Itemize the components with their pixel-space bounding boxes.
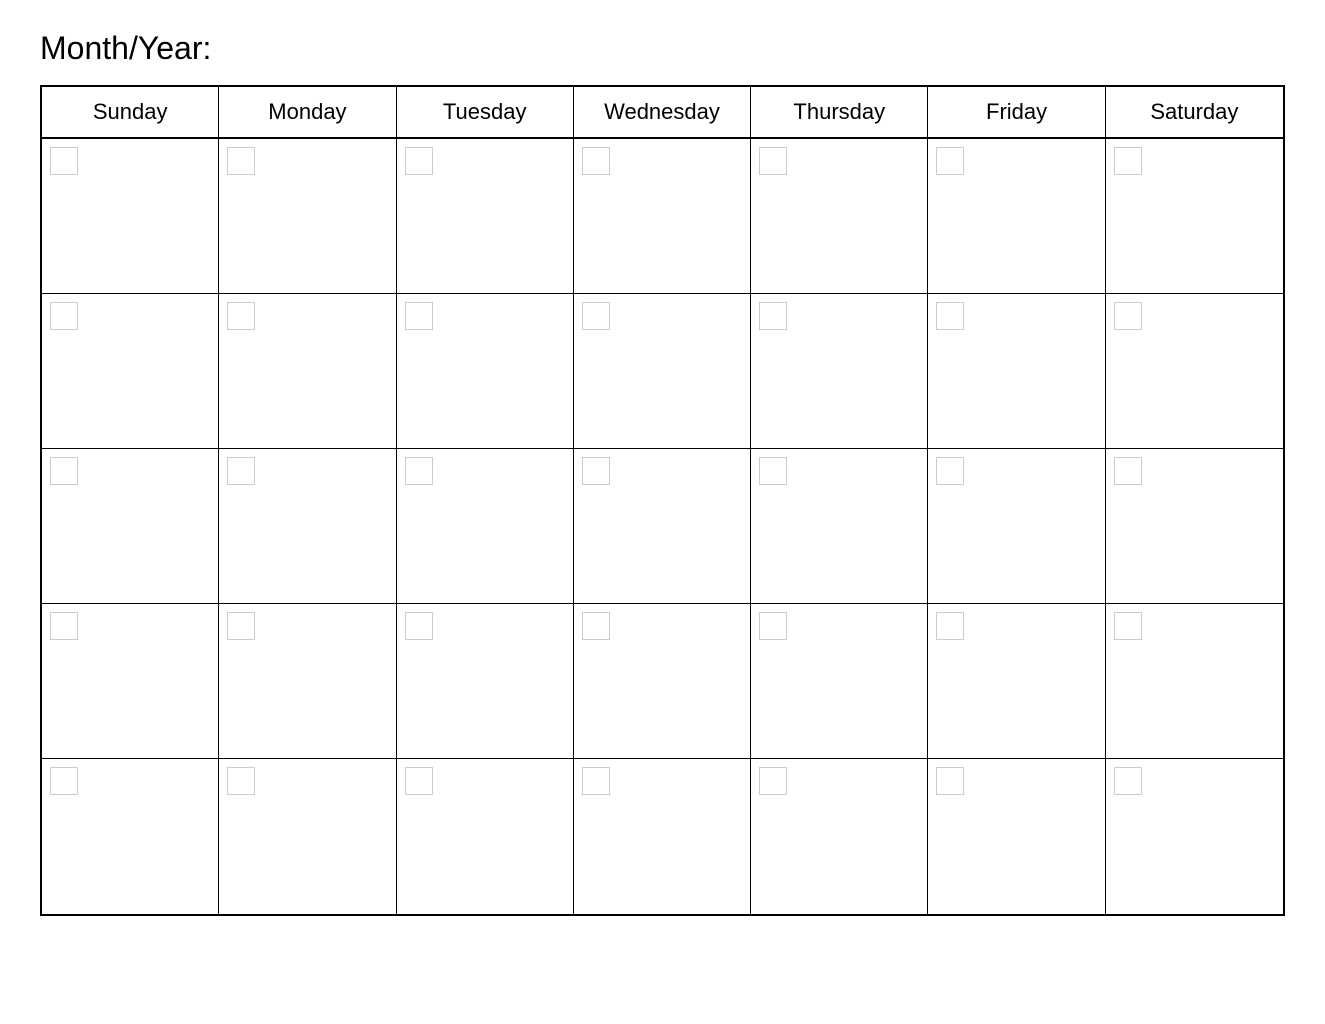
date-box xyxy=(582,457,610,485)
date-box xyxy=(582,302,610,330)
calendar-cell[interactable] xyxy=(397,604,574,758)
calendar-cell[interactable] xyxy=(1106,294,1283,448)
calendar-cell[interactable] xyxy=(574,449,751,603)
calendar-header: Sunday Monday Tuesday Wednesday Thursday… xyxy=(42,87,1283,139)
calendar-cell[interactable] xyxy=(219,294,396,448)
calendar-cell[interactable] xyxy=(928,139,1105,293)
calendar: Sunday Monday Tuesday Wednesday Thursday… xyxy=(40,85,1285,916)
calendar-cell[interactable] xyxy=(928,759,1105,914)
calendar-cell[interactable] xyxy=(751,139,928,293)
calendar-cell[interactable] xyxy=(1106,759,1283,914)
calendar-cell[interactable] xyxy=(928,449,1105,603)
date-box xyxy=(936,612,964,640)
date-box xyxy=(1114,767,1142,795)
date-box xyxy=(227,302,255,330)
calendar-cell[interactable] xyxy=(928,294,1105,448)
calendar-cell[interactable] xyxy=(1106,139,1283,293)
calendar-cell[interactable] xyxy=(397,449,574,603)
day-header-friday: Friday xyxy=(928,87,1105,137)
calendar-cell[interactable] xyxy=(219,139,396,293)
calendar-cell[interactable] xyxy=(397,139,574,293)
date-box xyxy=(582,147,610,175)
calendar-cell[interactable] xyxy=(219,449,396,603)
date-box xyxy=(227,457,255,485)
date-box xyxy=(50,767,78,795)
date-box xyxy=(936,457,964,485)
date-box xyxy=(50,147,78,175)
date-box xyxy=(1114,147,1142,175)
date-box xyxy=(582,767,610,795)
date-box xyxy=(50,612,78,640)
date-box xyxy=(405,302,433,330)
date-box xyxy=(759,457,787,485)
date-box xyxy=(405,147,433,175)
calendar-row xyxy=(42,139,1283,294)
calendar-cell[interactable] xyxy=(42,604,219,758)
day-header-saturday: Saturday xyxy=(1106,87,1283,137)
calendar-row xyxy=(42,604,1283,759)
calendar-row xyxy=(42,294,1283,449)
date-box xyxy=(405,457,433,485)
calendar-cell[interactable] xyxy=(751,604,928,758)
date-box xyxy=(936,767,964,795)
calendar-cell[interactable] xyxy=(751,449,928,603)
calendar-cell[interactable] xyxy=(1106,449,1283,603)
date-box xyxy=(227,612,255,640)
page-title: Month/Year: xyxy=(40,30,1285,67)
date-box xyxy=(50,302,78,330)
calendar-body xyxy=(42,139,1283,914)
calendar-row xyxy=(42,449,1283,604)
calendar-cell[interactable] xyxy=(219,759,396,914)
date-box xyxy=(936,147,964,175)
day-header-sunday: Sunday xyxy=(42,87,219,137)
date-box xyxy=(1114,612,1142,640)
date-box xyxy=(759,302,787,330)
calendar-cell[interactable] xyxy=(42,139,219,293)
calendar-cell[interactable] xyxy=(397,759,574,914)
date-box xyxy=(582,612,610,640)
date-box xyxy=(227,147,255,175)
calendar-row xyxy=(42,759,1283,914)
calendar-cell[interactable] xyxy=(574,604,751,758)
day-header-tuesday: Tuesday xyxy=(397,87,574,137)
date-box xyxy=(759,767,787,795)
calendar-cell[interactable] xyxy=(751,759,928,914)
calendar-cell[interactable] xyxy=(42,294,219,448)
date-box xyxy=(405,612,433,640)
calendar-cell[interactable] xyxy=(42,449,219,603)
calendar-cell[interactable] xyxy=(42,759,219,914)
day-header-wednesday: Wednesday xyxy=(574,87,751,137)
date-box xyxy=(759,147,787,175)
date-box xyxy=(50,457,78,485)
calendar-cell[interactable] xyxy=(574,294,751,448)
calendar-cell[interactable] xyxy=(397,294,574,448)
day-header-thursday: Thursday xyxy=(751,87,928,137)
calendar-cell[interactable] xyxy=(219,604,396,758)
date-box xyxy=(227,767,255,795)
date-box xyxy=(1114,457,1142,485)
date-box xyxy=(936,302,964,330)
day-header-monday: Monday xyxy=(219,87,396,137)
calendar-cell[interactable] xyxy=(574,139,751,293)
date-box xyxy=(1114,302,1142,330)
calendar-cell[interactable] xyxy=(1106,604,1283,758)
calendar-cell[interactable] xyxy=(751,294,928,448)
date-box xyxy=(759,612,787,640)
calendar-cell[interactable] xyxy=(574,759,751,914)
date-box xyxy=(405,767,433,795)
calendar-cell[interactable] xyxy=(928,604,1105,758)
